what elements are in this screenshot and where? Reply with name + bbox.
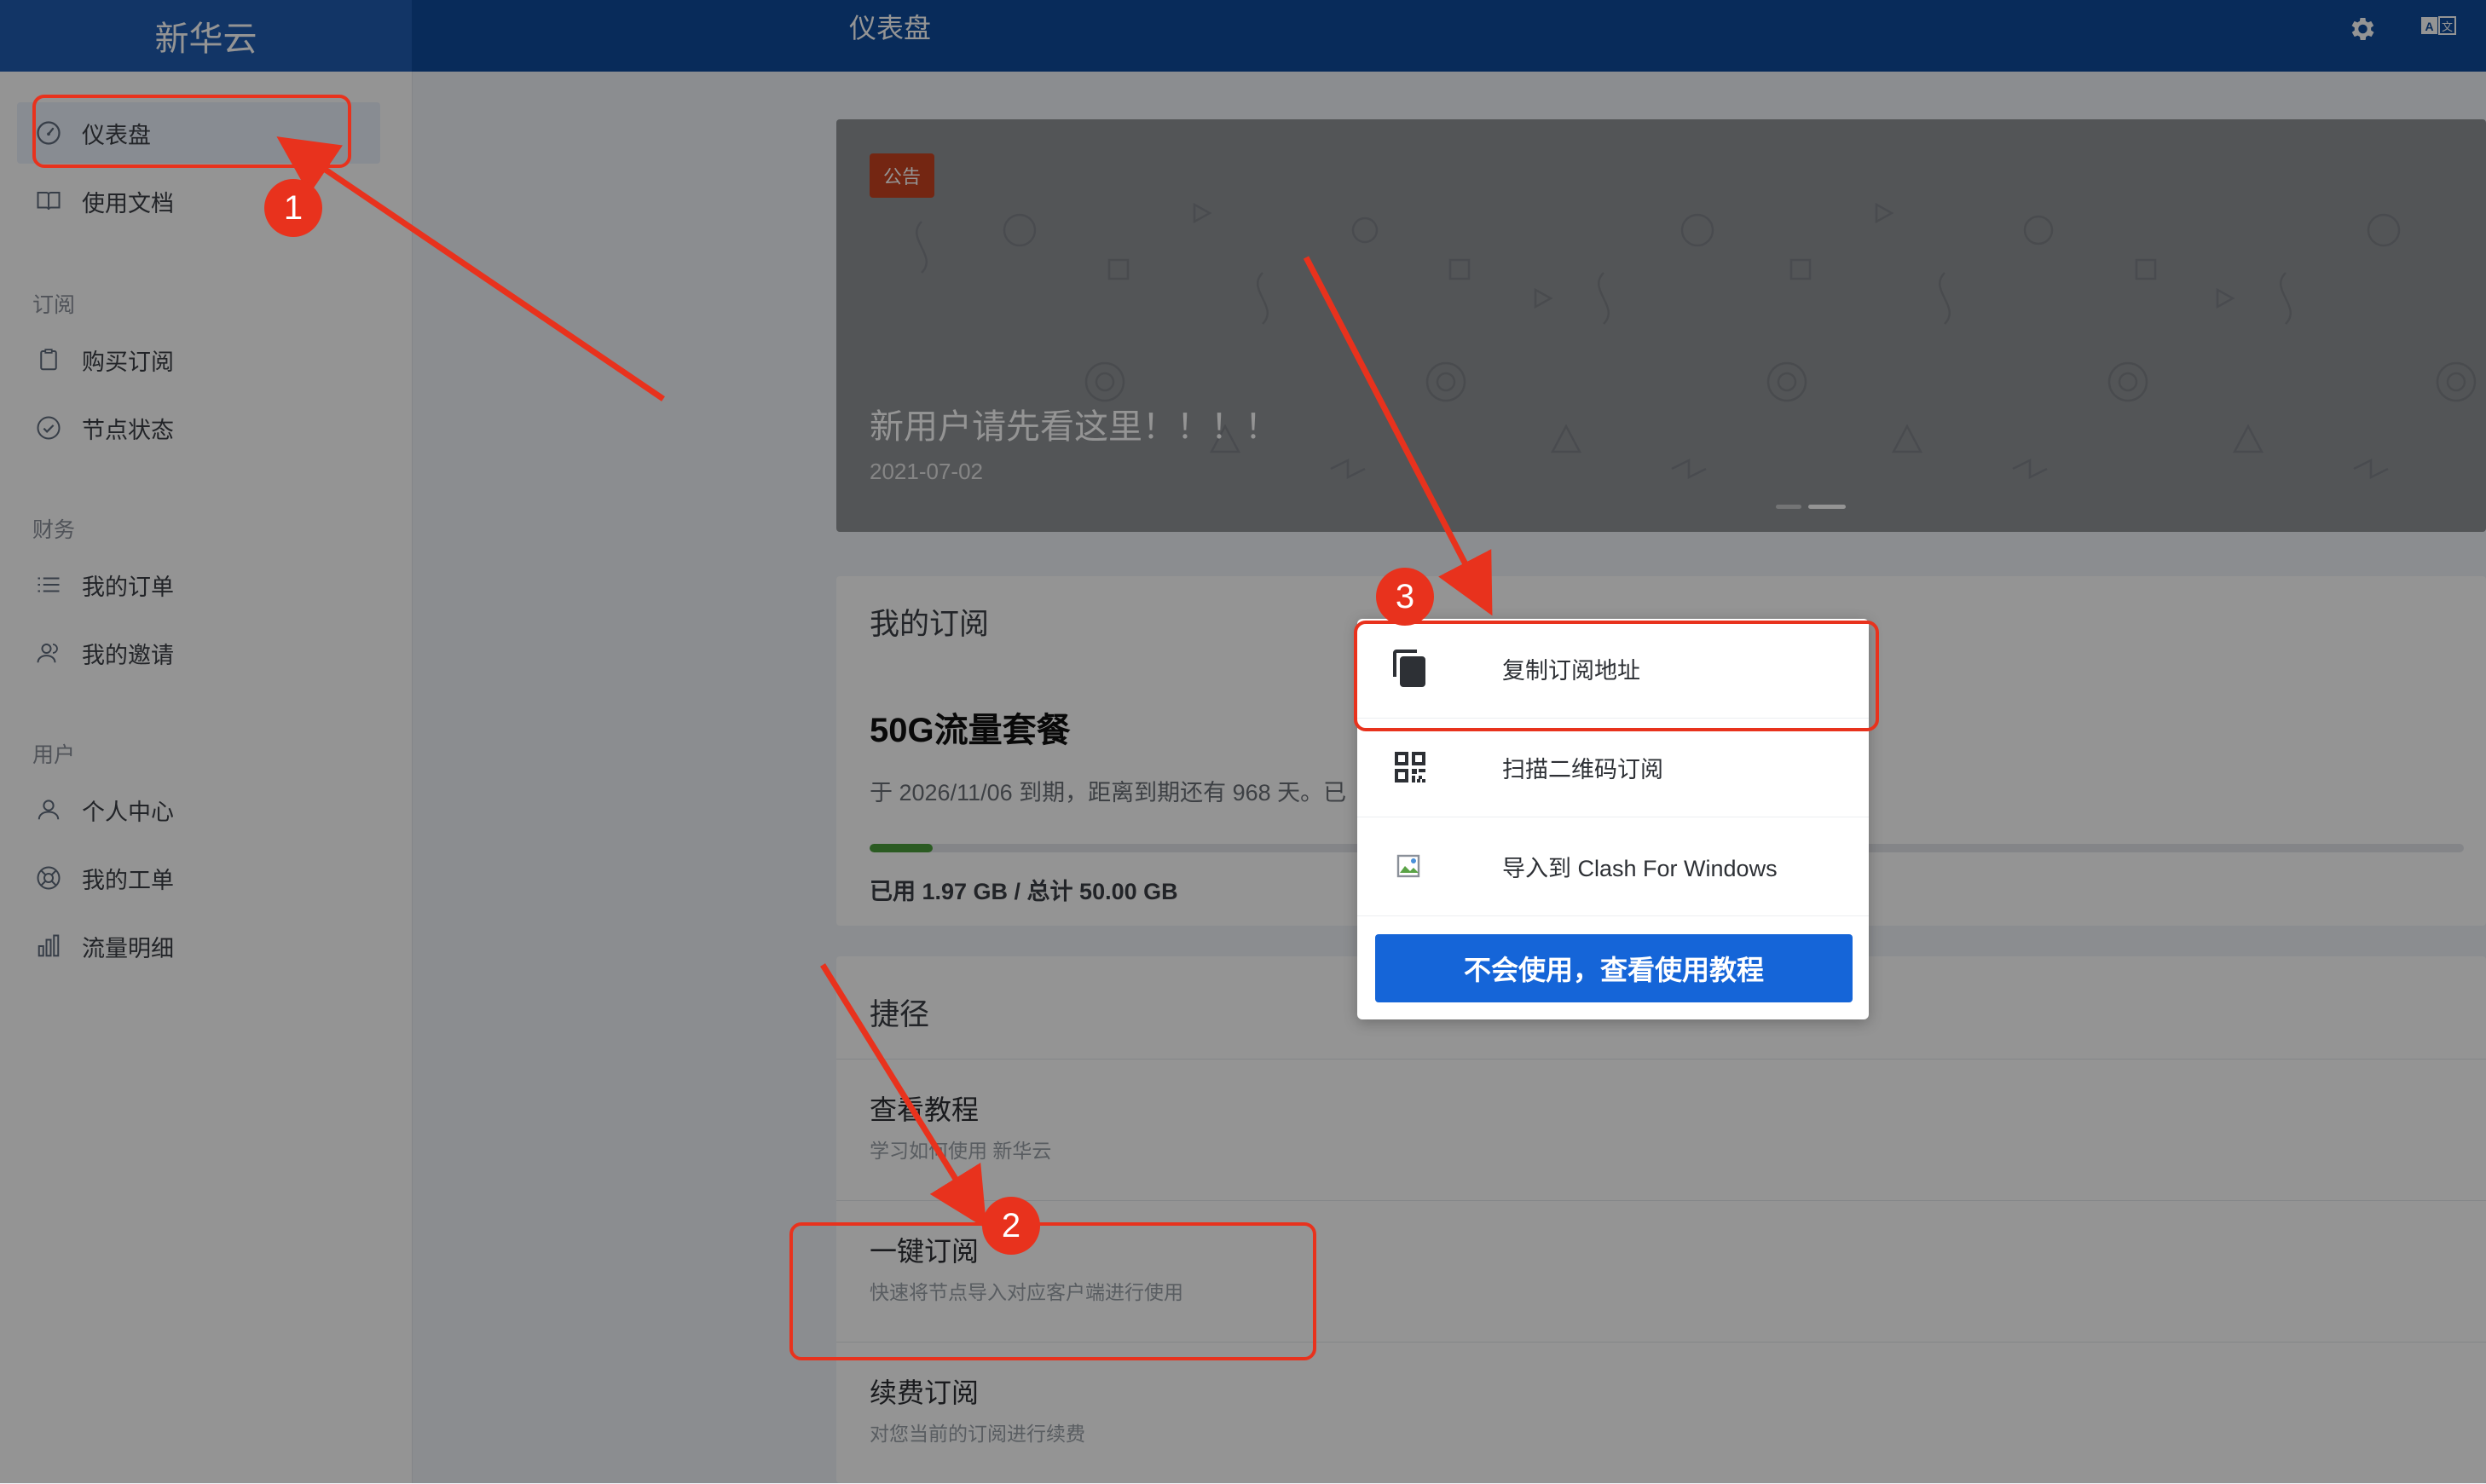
arrow-to-dashboard [276,136,665,401]
highlight-box-copy-url [1354,621,1879,731]
highlight-box-one-click-subscribe [789,1222,1316,1360]
arrow-to-copy-url [1303,256,1493,616]
step-number-badge: 2 [982,1197,1040,1255]
arrow-to-one-click-subscribe [820,963,987,1229]
step-number-badge: 1 [264,179,322,237]
highlight-box-dashboard [32,95,351,168]
step-number-badge: 3 [1376,568,1434,626]
